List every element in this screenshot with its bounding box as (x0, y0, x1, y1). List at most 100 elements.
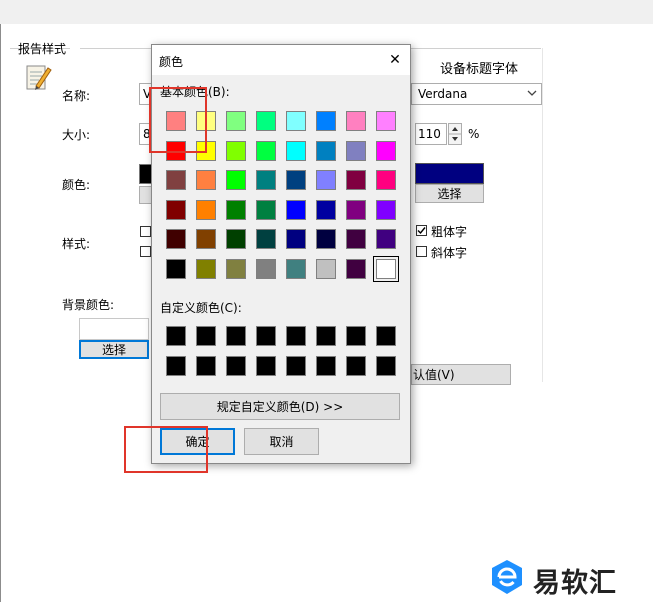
define-custom-colors-button[interactable]: 规定自定义颜色(D) >> (160, 393, 400, 420)
custom-color-swatch[interactable] (196, 326, 216, 346)
restore-default-label: 认值(V) (413, 368, 455, 382)
custom-color-swatch[interactable] (226, 326, 246, 346)
basic-color-swatch[interactable] (196, 170, 216, 190)
basic-color-swatch[interactable] (196, 229, 216, 249)
spin-down-icon (452, 137, 458, 141)
device-font-combo[interactable]: Verdana (411, 83, 542, 105)
basic-color-swatch[interactable] (316, 229, 336, 249)
close-icon[interactable]: ✕ (384, 49, 406, 71)
basic-color-swatch[interactable] (316, 259, 336, 279)
device-size-input[interactable]: 110 (415, 123, 447, 145)
basic-color-swatch[interactable] (226, 170, 246, 190)
basic-color-swatch[interactable] (256, 259, 276, 279)
basic-color-swatch[interactable] (316, 200, 336, 220)
italic-checkbox-left[interactable] (140, 246, 151, 257)
basic-color-swatch[interactable] (286, 229, 306, 249)
basic-color-swatch[interactable] (286, 200, 306, 220)
device-font-value: Verdana (418, 87, 468, 101)
basic-color-swatch[interactable] (166, 259, 186, 279)
basic-color-swatch[interactable] (376, 200, 396, 220)
bold-checkbox[interactable] (416, 225, 427, 236)
custom-color-swatch[interactable] (286, 356, 306, 376)
basic-color-swatch[interactable] (226, 259, 246, 279)
basic-color-swatch[interactable] (226, 111, 246, 131)
cancel-button[interactable]: 取消 (244, 428, 319, 455)
groupbox-top-line-right (80, 48, 154, 49)
basic-color-swatch[interactable] (346, 111, 366, 131)
basic-color-swatch[interactable] (376, 170, 396, 190)
basic-color-swatch[interactable] (196, 200, 216, 220)
custom-color-swatch[interactable] (316, 356, 336, 376)
checkmark-icon (417, 227, 426, 235)
bg-color-select-button[interactable]: 选择 (79, 340, 149, 359)
basic-color-swatch[interactable] (256, 170, 276, 190)
bold-checkbox-left[interactable] (140, 226, 151, 237)
basic-color-swatch[interactable] (376, 229, 396, 249)
spin-up-icon (452, 127, 458, 131)
define-custom-colors-label: 规定自定义颜色(D) >> (216, 400, 344, 414)
custom-color-swatch[interactable] (376, 326, 396, 346)
device-groupbox-right-line (542, 48, 543, 382)
device-color-select-button[interactable]: 选择 (415, 184, 484, 203)
custom-color-swatch[interactable] (166, 326, 186, 346)
color-label: 颜色: (62, 178, 91, 192)
report-style-group-title: 报告样式 (18, 42, 67, 56)
basic-color-swatch[interactable] (256, 229, 276, 249)
first-swatch-highlight (149, 87, 207, 153)
basic-color-swatch[interactable] (226, 229, 246, 249)
custom-color-swatch[interactable] (166, 356, 186, 376)
italic-checkbox[interactable] (416, 246, 427, 257)
custom-color-swatch[interactable] (196, 356, 216, 376)
custom-color-swatch[interactable] (376, 356, 396, 376)
cancel-button-label: 取消 (269, 435, 294, 449)
device-title-font-label: 设备标题字体 (440, 62, 519, 77)
basic-color-swatch[interactable] (196, 259, 216, 279)
basic-color-swatch[interactable] (373, 256, 399, 282)
notepad-pencil-icon (24, 62, 52, 92)
basic-color-swatch[interactable] (316, 141, 336, 161)
custom-colors-label: 自定义颜色(C): (160, 301, 242, 315)
top-strip (0, 0, 653, 24)
basic-color-swatch[interactable] (316, 170, 336, 190)
custom-color-swatch[interactable] (226, 356, 246, 376)
bg-color-select-label: 选择 (101, 343, 126, 357)
custom-color-swatch[interactable] (286, 326, 306, 346)
basic-color-swatch[interactable] (166, 170, 186, 190)
basic-color-swatch[interactable] (346, 170, 366, 190)
basic-color-swatch[interactable] (346, 200, 366, 220)
basic-color-swatch[interactable] (256, 200, 276, 220)
basic-color-swatch[interactable] (376, 111, 396, 131)
device-size-spinner[interactable] (448, 123, 462, 145)
italic-label: 斜体字 (431, 246, 468, 260)
basic-color-swatch[interactable] (346, 259, 366, 279)
custom-color-swatch[interactable] (316, 326, 336, 346)
custom-color-swatch[interactable] (346, 356, 366, 376)
basic-color-swatch[interactable] (346, 141, 366, 161)
window-left-edge (0, 24, 1, 602)
color-dialog-title: 颜色 (159, 55, 184, 69)
watermark-text: 易软汇 (533, 568, 617, 599)
custom-color-swatch[interactable] (346, 326, 366, 346)
basic-color-swatch[interactable] (286, 170, 306, 190)
device-color-select-label: 选择 (437, 187, 462, 201)
chevron-down-icon (527, 90, 537, 96)
custom-color-swatch[interactable] (256, 326, 276, 346)
basic-color-swatch[interactable] (166, 229, 186, 249)
basic-color-swatch[interactable] (346, 229, 366, 249)
basic-color-swatch[interactable] (376, 141, 396, 161)
basic-color-swatch[interactable] (256, 111, 276, 131)
basic-color-swatch[interactable] (286, 111, 306, 131)
basic-color-swatch[interactable] (226, 141, 246, 161)
restore-default-button[interactable]: 认值(V) (411, 364, 511, 385)
custom-color-swatch[interactable] (256, 356, 276, 376)
basic-color-swatch[interactable] (166, 200, 186, 220)
custom-colors-grid (162, 322, 402, 378)
size-label: 大小: (62, 128, 91, 142)
name-label: 名称: (62, 89, 91, 103)
basic-color-swatch[interactable] (286, 259, 306, 279)
basic-color-swatch[interactable] (226, 200, 246, 220)
bg-color-preview (79, 318, 149, 340)
basic-color-swatch[interactable] (316, 111, 336, 131)
basic-color-swatch[interactable] (286, 141, 306, 161)
basic-color-swatch[interactable] (256, 141, 276, 161)
